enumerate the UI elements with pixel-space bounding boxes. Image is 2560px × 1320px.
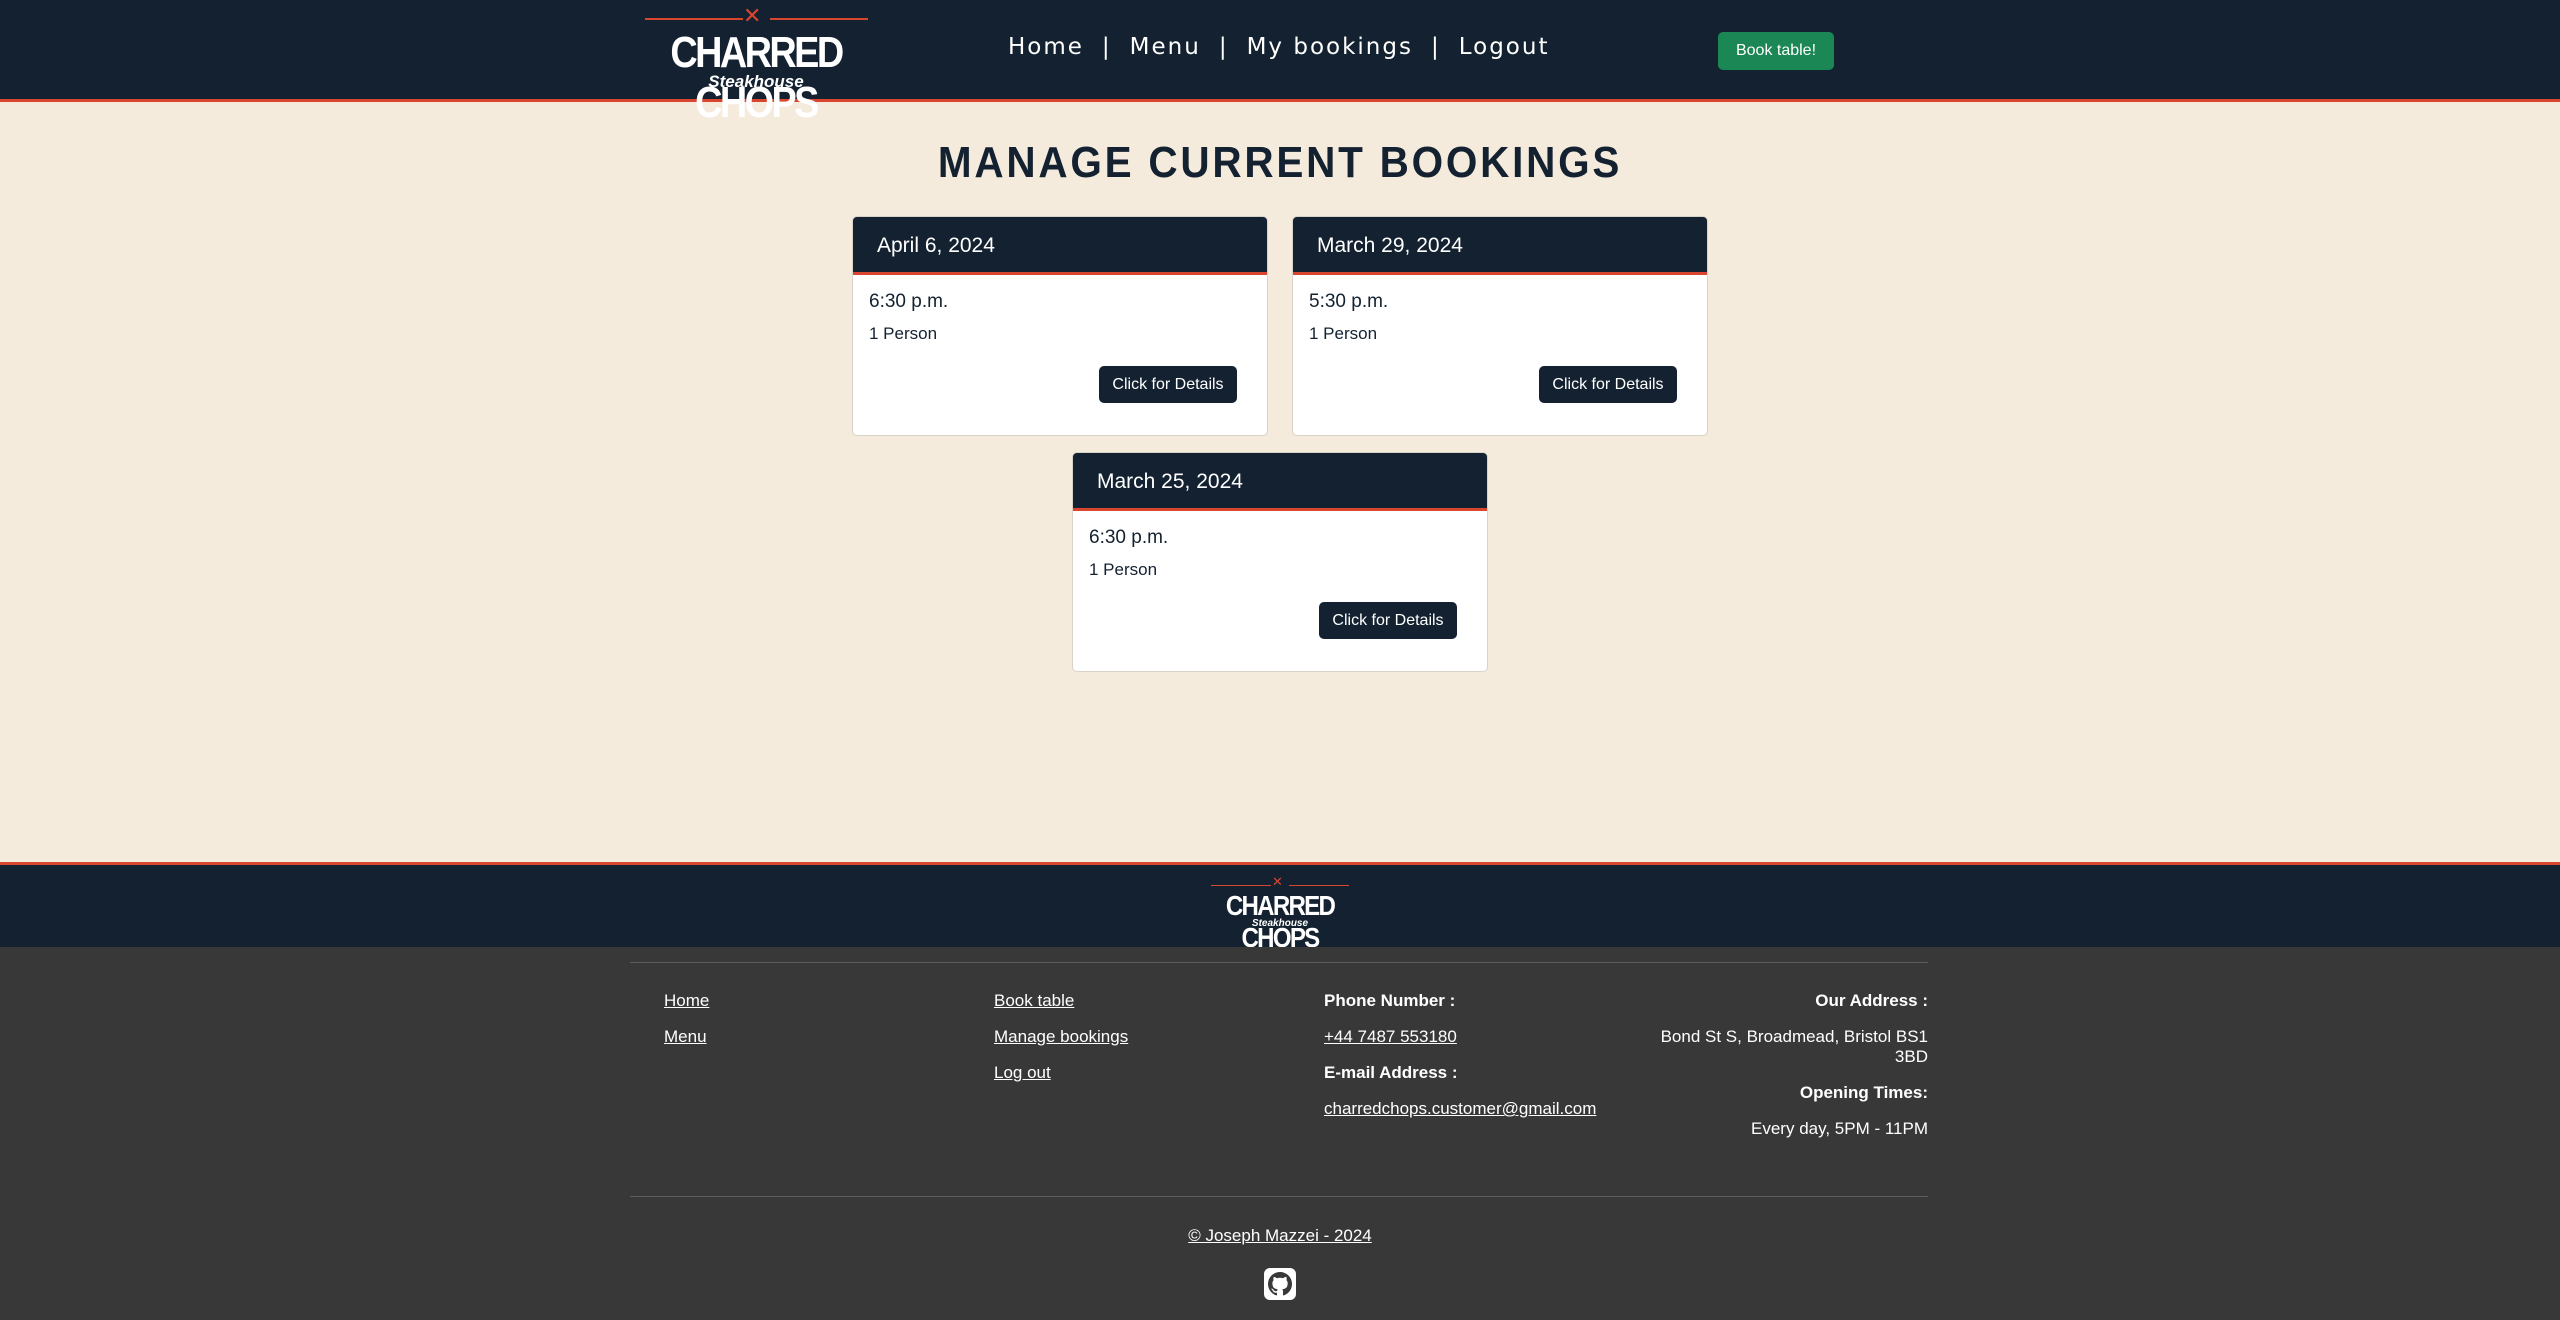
booking-party-size: 1 Person <box>869 324 938 343</box>
main-nav: Home | Menu | My bookings | Logout <box>1008 34 1549 60</box>
phone-link[interactable]: +44 7487 553180 <box>1324 1027 1596 1047</box>
logo-line-left <box>645 18 743 20</box>
booking-party-size: 1 Person <box>1089 560 1158 579</box>
address-line-1: Bond St S, Broadmead, Bristol BS1 <box>1660 1027 1928 1046</box>
github-glyph <box>1268 1272 1292 1296</box>
footer-col-contact: Phone Number : +44 7487 553180 E-mail Ad… <box>1324 991 1596 1135</box>
github-icon[interactable] <box>1264 1268 1296 1300</box>
details-button[interactable]: Click for Details <box>1539 366 1677 403</box>
email-label: E-mail Address : <box>1324 1063 1458 1082</box>
footer-col-address: Our Address : Bond St S, Broadmead, Bris… <box>1620 991 1928 1139</box>
booking-card: March 29, 2024 5:30 p.m. 1 Person Click … <box>1292 216 1708 436</box>
page-title: MANAGE CURRENT BOOKINGS <box>937 138 1623 187</box>
booking-date: April 6, 2024 <box>853 217 1267 275</box>
email-link[interactable]: charredchops.customer@gmail.com <box>1324 1099 1596 1119</box>
address-label: Our Address : <box>1815 991 1928 1010</box>
footer-divider-top <box>630 962 1928 963</box>
footer-info: Home Menu Book table Manage bookings Log… <box>0 947 2560 1320</box>
crossed-knives-icon: ✕ <box>743 4 762 29</box>
booking-time: 6:30 p.m. <box>869 291 949 312</box>
footer-col-nav: Home Menu <box>664 991 709 1063</box>
nav-menu[interactable]: Menu <box>1130 34 1201 60</box>
booking-party-size: 1 Person <box>1309 324 1378 343</box>
book-table-button[interactable]: Book table! <box>1718 32 1834 70</box>
footer-link-home[interactable]: Home <box>664 991 709 1011</box>
nav-separator: | <box>1101 34 1112 60</box>
address-line-2: 3BD <box>1894 1047 1928 1066</box>
footer-brand-tagline: Steakhouse <box>1251 918 1309 929</box>
brand-logo[interactable]: ✕ CHARRED CHOPS Steakhouse <box>630 4 882 127</box>
details-button[interactable]: Click for Details <box>1319 602 1457 639</box>
booking-date: March 29, 2024 <box>1293 217 1707 275</box>
footer-link-book-table[interactable]: Book table <box>994 991 1128 1011</box>
nav-separator: | <box>1218 34 1229 60</box>
crossed-knives-icon: ✕ <box>1272 875 1283 890</box>
copyright-link[interactable]: © Joseph Mazzei - 2024 <box>1188 1226 1372 1245</box>
nav-logout[interactable]: Logout <box>1459 34 1550 60</box>
phone-label: Phone Number : <box>1324 991 1456 1010</box>
brand-tagline: Steakhouse <box>708 72 804 91</box>
nav-my-bookings[interactable]: My bookings <box>1247 34 1413 60</box>
nav-separator: | <box>1430 34 1441 60</box>
navbar: ✕ CHARRED CHOPS Steakhouse Home | Menu |… <box>0 0 2560 127</box>
booking-card: March 25, 2024 6:30 p.m. 1 Person Click … <box>1072 452 1488 672</box>
footer-col-account: Book table Manage bookings Log out <box>994 991 1128 1099</box>
nav-home[interactable]: Home <box>1008 34 1084 60</box>
booking-time: 6:30 p.m. <box>1089 527 1169 548</box>
logo-line-left <box>1211 885 1271 886</box>
logo-line-right <box>1289 885 1349 886</box>
footer-link-menu[interactable]: Menu <box>664 1027 709 1047</box>
opening-times-label: Opening Times: <box>1799 1083 1928 1102</box>
booking-date: March 25, 2024 <box>1073 453 1487 511</box>
booking-time: 5:30 p.m. <box>1309 291 1389 312</box>
footer-logo-bar: ✕ CHARRED CHOPS Steakhouse <box>0 862 2560 953</box>
footer-link-manage-bookings[interactable]: Manage bookings <box>994 1027 1128 1047</box>
footer-brand-logo[interactable]: ✕ CHARRED CHOPS Steakhouse <box>1203 875 1357 953</box>
opening-times: Every day, 5PM - 11PM <box>1751 1119 1928 1138</box>
footer-divider-bottom <box>630 1196 1928 1197</box>
details-button[interactable]: Click for Details <box>1099 366 1237 403</box>
footer-link-logout[interactable]: Log out <box>994 1063 1128 1083</box>
booking-card: April 6, 2024 6:30 p.m. 1 Person Click f… <box>852 216 1268 436</box>
logo-line-right <box>770 18 868 20</box>
copyright: © Joseph Mazzei - 2024 <box>0 1226 2560 1246</box>
